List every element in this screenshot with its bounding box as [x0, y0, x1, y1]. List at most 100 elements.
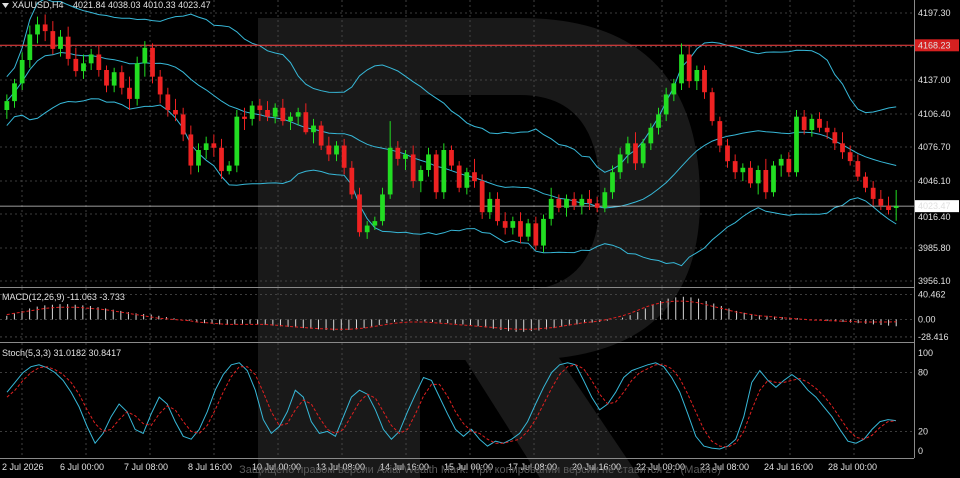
candle[interactable]	[464, 167, 470, 195]
candle[interactable]	[763, 158, 769, 199]
candle[interactable]	[88, 48, 94, 70]
price-tick-label: 4016.40	[918, 212, 951, 222]
candle-body	[510, 221, 516, 228]
candle-body	[180, 114, 186, 135]
candle[interactable]	[502, 212, 508, 235]
trading-chart[interactable]: 4197.30 4168.23 4137.00 4106.40 4076.70 4046.…	[0, 0, 960, 478]
candle-body	[111, 72, 117, 86]
candle[interactable]	[180, 107, 186, 142]
candle[interactable]	[211, 134, 217, 157]
candle[interactable]	[771, 161, 776, 197]
candle[interactable]	[479, 174, 485, 219]
candle[interactable]	[817, 112, 822, 133]
candle[interactable]	[778, 154, 784, 177]
candle[interactable]	[518, 212, 523, 244]
candle[interactable]	[709, 87, 715, 126]
candle[interactable]	[755, 165, 761, 195]
candle-body	[288, 116, 293, 122]
candle-body	[211, 143, 217, 148]
candle-body	[318, 125, 324, 146]
candle[interactable]	[456, 161, 462, 193]
candle[interactable]	[81, 54, 86, 79]
candle[interactable]	[157, 70, 163, 104]
candle[interactable]	[433, 150, 439, 199]
candle[interactable]	[73, 47, 79, 77]
candle-body	[679, 54, 684, 84]
candle[interactable]	[487, 192, 493, 219]
candle[interactable]	[27, 25, 33, 68]
candle[interactable]	[863, 172, 868, 193]
candle-body	[364, 225, 370, 233]
candle-body	[840, 143, 845, 153]
candle[interactable]	[571, 192, 577, 210]
candle[interactable]	[188, 125, 194, 175]
candle-body	[326, 145, 332, 155]
candle[interactable]	[541, 214, 546, 253]
candle[interactable]	[495, 192, 500, 226]
candle[interactable]	[740, 163, 746, 182]
candle[interactable]	[35, 16, 40, 44]
candle[interactable]	[694, 65, 700, 90]
candle[interactable]	[548, 187, 554, 226]
candle-body	[96, 54, 102, 70]
candle[interactable]	[173, 98, 178, 122]
candle[interactable]	[794, 110, 799, 177]
candle[interactable]	[732, 154, 738, 179]
candle-body	[456, 165, 462, 188]
candle[interactable]	[587, 190, 592, 210]
candle-body	[617, 154, 623, 173]
candle[interactable]	[127, 76, 132, 110]
candle[interactable]	[203, 136, 209, 159]
candle[interactable]	[96, 45, 102, 77]
candle[interactable]	[65, 26, 71, 66]
candle[interactable]	[579, 194, 585, 215]
candle[interactable]	[134, 56, 140, 106]
candle-body	[119, 72, 125, 88]
candle[interactable]	[786, 152, 792, 177]
candle[interactable]	[870, 181, 876, 206]
candle[interactable]	[886, 196, 891, 215]
price-tick-label: 4106.40	[918, 109, 951, 119]
candle[interactable]	[594, 196, 600, 213]
candle[interactable]	[679, 43, 684, 90]
candle[interactable]	[234, 110, 240, 173]
candle[interactable]	[893, 189, 899, 221]
candle[interactable]	[449, 145, 454, 170]
candle[interactable]	[725, 138, 730, 168]
candle[interactable]	[249, 101, 255, 126]
candle[interactable]	[4, 94, 10, 119]
candle[interactable]	[226, 161, 232, 175]
candle[interactable]	[196, 143, 201, 173]
candle[interactable]	[556, 194, 562, 213]
candle[interactable]	[42, 14, 48, 42]
candle-body	[594, 203, 600, 208]
candle[interactable]	[686, 45, 692, 88]
candle-body	[479, 181, 485, 213]
candle[interactable]	[702, 65, 707, 99]
candle[interactable]	[564, 194, 569, 217]
candle[interactable]	[855, 154, 861, 182]
price-tick-label: 3956.10	[918, 276, 951, 286]
candle[interactable]	[441, 143, 447, 199]
candle[interactable]	[426, 147, 431, 177]
candle[interactable]	[119, 65, 125, 95]
candle[interactable]	[12, 78, 17, 108]
candle[interactable]	[472, 158, 477, 188]
candle-body	[755, 170, 761, 184]
candle[interactable]	[357, 187, 362, 237]
candle[interactable]	[150, 43, 155, 84]
candle[interactable]	[104, 65, 109, 93]
candle-body	[487, 198, 493, 213]
price-axis[interactable]: 4197.30 4168.23 4137.00 4106.40 4076.70 4046.…	[915, 8, 959, 286]
candle[interactable]	[840, 132, 845, 159]
candle-body	[771, 165, 776, 193]
candle[interactable]	[111, 67, 117, 93]
candle[interactable]	[748, 161, 753, 188]
candle[interactable]	[525, 218, 531, 242]
candle[interactable]	[219, 138, 224, 179]
candle-body	[671, 83, 677, 95]
candle[interactable]	[510, 216, 516, 235]
candle[interactable]	[878, 190, 884, 210]
dropdown-triangle-icon[interactable]	[2, 3, 9, 8]
candle[interactable]	[50, 21, 56, 55]
